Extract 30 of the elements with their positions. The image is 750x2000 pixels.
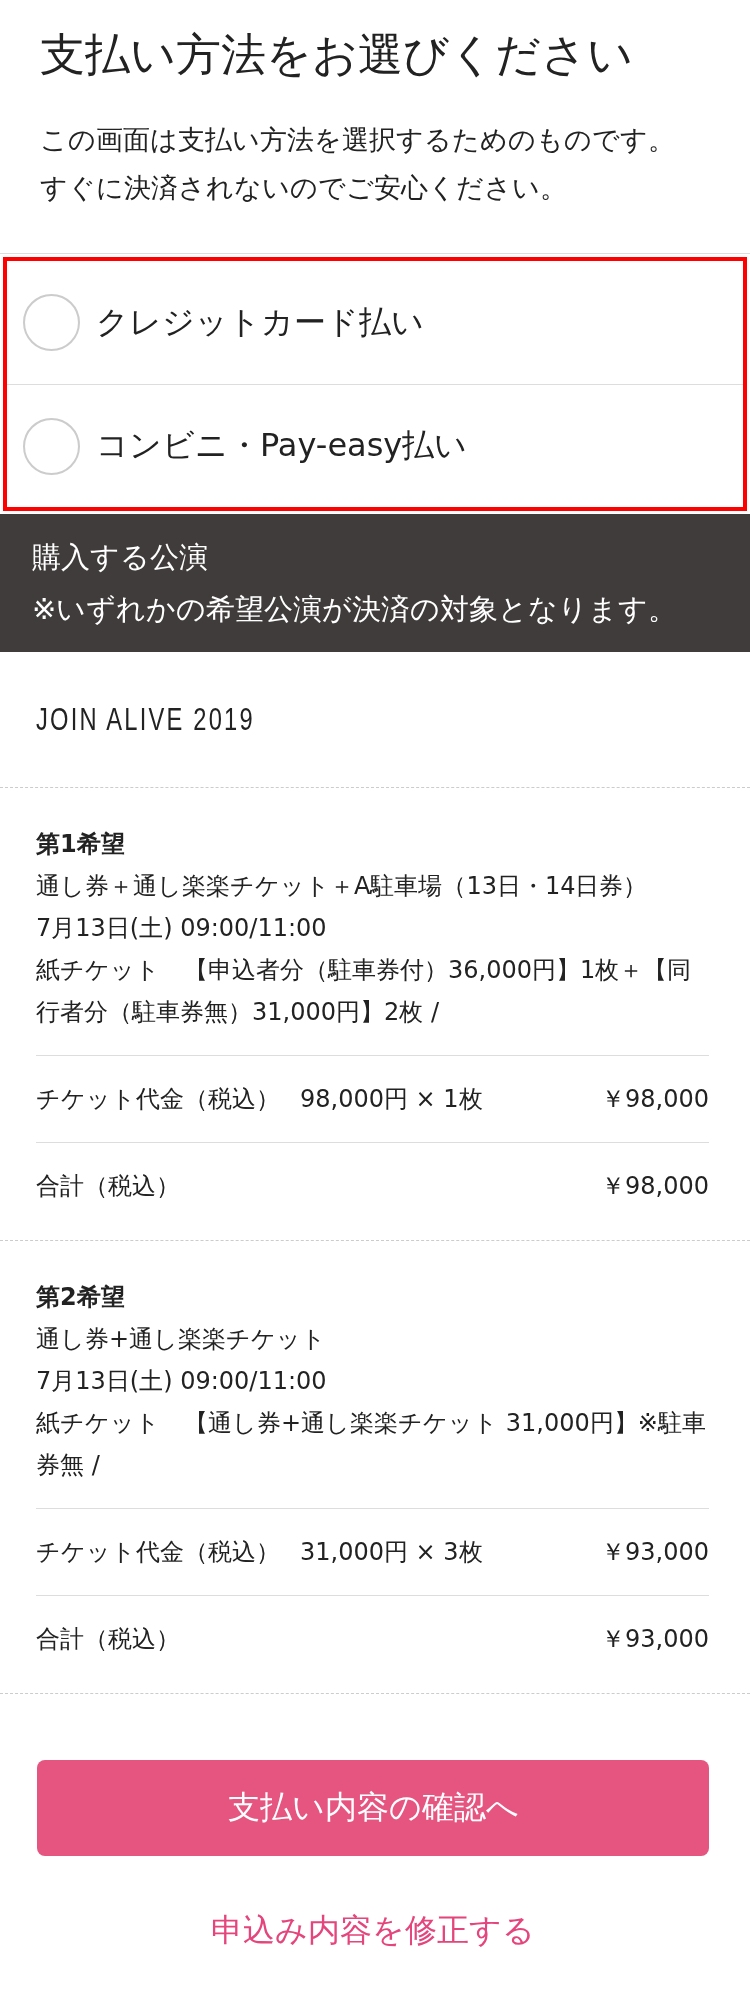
edit-application-link[interactable]: 申込み内容を修正する	[211, 1908, 535, 1952]
choice-detail-text: 通し券＋通し楽楽チケット＋A駐車場（13日・14日券）	[36, 871, 649, 902]
fee-amount: ￥93,000	[601, 1537, 709, 1568]
choice-heading: 第2希望	[36, 1282, 126, 1313]
total-label: 合計（税込）	[36, 1624, 180, 1655]
description-text: すぐに決済されないのでご安心ください。	[40, 171, 568, 205]
notice-text: ※いずれかの希望公演が決済の対象となります。	[32, 591, 679, 628]
radio-icon[interactable]	[23, 417, 80, 475]
fee-label: チケット代金（税込）	[36, 1537, 280, 1568]
total-amount: ￥98,000	[601, 1171, 709, 1202]
choice-detail-text: 紙チケット 【申込者分（駐車券付）36,000円】1枚＋【同行者分（駐車券無）31,000円】2枚 /	[36, 955, 693, 1028]
fee-quantity-text: 98,000円 × 1枚	[300, 1084, 483, 1115]
page-title: 支払い方法をお選びください	[39, 27, 634, 79]
description-text: この画面は支払い方法を選択するためのものです。	[40, 123, 676, 157]
total-label: 合計（税込）	[36, 1171, 180, 1202]
event-name: JOIN ALIVE 2019	[36, 700, 255, 739]
choice-detail-text: 紙チケット 【通し券+通し楽楽チケット 31,000円】※駐車券無 /	[36, 1408, 707, 1481]
choice-detail-text: 通し券+通し楽楽チケット	[36, 1324, 328, 1355]
choice-detail-text: 7月13日(土) 09:00/11:00	[36, 1366, 328, 1397]
fee-amount: ￥98,000	[601, 1084, 709, 1115]
choice-detail-text: 7月13日(土) 09:00/11:00	[36, 913, 328, 944]
total-amount: ￥93,000	[601, 1624, 709, 1655]
payment-option[interactable]: コンビニ・Pay-easy払い	[7, 384, 743, 507]
confirm-payment-button[interactable]: 支払い内容の確認へ	[37, 1760, 709, 1856]
notice-heading: 購入する公演	[32, 539, 209, 576]
radio-icon[interactable]	[23, 294, 80, 351]
fee-label: チケット代金（税込）	[36, 1084, 280, 1115]
payment-option[interactable]: クレジットカード払い	[7, 261, 743, 384]
fee-quantity-text: 31,000円 × 3枚	[300, 1537, 483, 1568]
choice-heading: 第1希望	[36, 829, 126, 860]
